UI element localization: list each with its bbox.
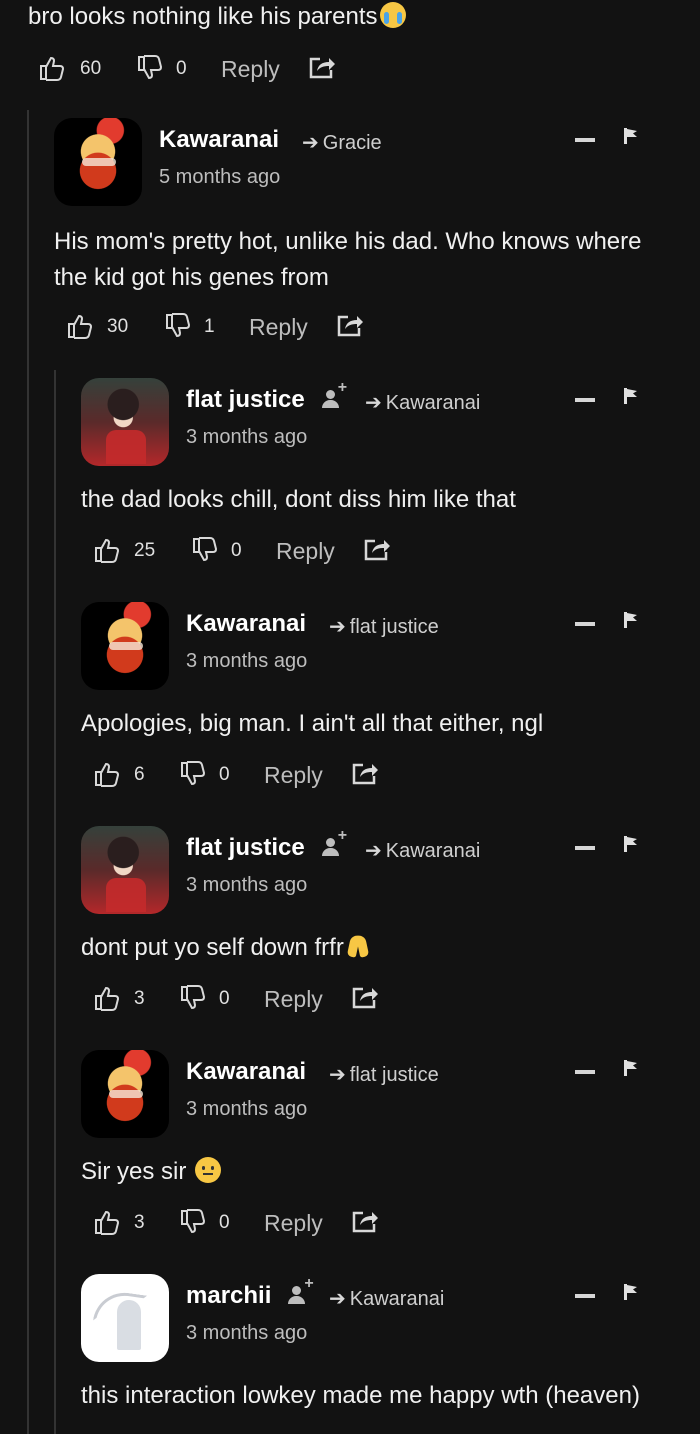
timestamp: 3 months ago <box>186 1098 308 1120</box>
arrow-right-icon: ➔ <box>329 1064 346 1086</box>
add-person-icon[interactable]: + <box>319 827 347 859</box>
replying-to[interactable]: ➔ Kawaranai <box>329 1286 444 1311</box>
thumbs-up-icon[interactable] <box>66 312 94 340</box>
replying-to[interactable]: ➔ flat justice <box>329 614 439 639</box>
minus-icon[interactable] <box>575 622 595 626</box>
dislike-count: 1 <box>204 316 215 337</box>
share-icon[interactable] <box>336 312 364 338</box>
like-count: 3 <box>134 1212 145 1233</box>
comment: Kawaranai ➔ flat justice 3 months ago Sir… <box>81 1050 700 1250</box>
comment: marchii + ➔ Kawaranai 3 months ago this in… <box>81 1274 700 1434</box>
thumbs-up-icon[interactable] <box>93 1208 121 1236</box>
thumbs-down-icon[interactable] <box>136 54 164 82</box>
like-count: 3 <box>134 988 145 1009</box>
add-person-icon[interactable]: + <box>285 1275 314 1307</box>
arrow-right-icon: ➔ <box>365 840 382 862</box>
share-icon[interactable] <box>308 54 336 80</box>
flag-icon[interactable] <box>624 612 638 628</box>
like-count: 30 <box>107 316 129 337</box>
comment-text: Sir yes sir <box>81 1154 691 1190</box>
comment-text: this interaction lowkey made me happy wt… <box>81 1382 640 1409</box>
top-comment-text: bro looks nothing like his parents <box>28 2 406 31</box>
reply-button[interactable]: Reply <box>221 56 280 83</box>
replying-to[interactable]: ➔ Kawaranai <box>365 838 480 863</box>
replying-to[interactable]: ➔ Gracie <box>302 130 382 155</box>
minus-icon[interactable] <box>575 846 595 850</box>
avatar[interactable] <box>81 378 169 466</box>
thumbs-up-icon[interactable] <box>93 760 121 788</box>
folded-hands-emoji-icon <box>346 933 370 959</box>
arrow-right-icon: ➔ <box>329 1288 346 1310</box>
flag-icon[interactable] <box>624 836 638 852</box>
arrow-right-icon: ➔ <box>365 392 382 414</box>
timestamp: 3 months ago <box>186 650 308 672</box>
thread-line <box>27 110 29 1434</box>
avatar[interactable] <box>81 826 169 914</box>
avatar[interactable] <box>81 1050 169 1138</box>
comment-text: His mom's pretty hot, unlike his dad. Wh… <box>54 228 642 291</box>
replying-to[interactable]: ➔ flat justice <box>329 1062 439 1087</box>
saluting-face-emoji-icon <box>195 1157 222 1183</box>
flag-icon[interactable] <box>624 388 638 404</box>
comment-text: Apologies, big man. I ain't all that eit… <box>81 710 544 737</box>
loudly-crying-emoji-icon <box>379 2 406 28</box>
comment-text: the dad looks chill, dont diss him like … <box>81 486 516 513</box>
thumbs-up-icon[interactable] <box>93 984 121 1012</box>
username[interactable]: flat justice + <box>186 827 347 862</box>
share-icon[interactable] <box>351 760 379 786</box>
comment: flat justice + ➔ Kawaranai 3 months ago th… <box>81 378 700 578</box>
thumbs-down-icon[interactable] <box>179 1208 207 1236</box>
thumbs-down-icon[interactable] <box>179 984 207 1012</box>
dislike-count: 0 <box>176 58 187 79</box>
reply-button[interactable]: Reply <box>276 538 335 565</box>
minus-icon[interactable] <box>575 398 595 402</box>
comment-text: dont put yo self down frfr <box>81 930 691 966</box>
username[interactable]: Kawaranai <box>186 610 306 638</box>
reply-button[interactable]: Reply <box>264 762 323 789</box>
comment: Kawaranai ➔ Gracie 5 months ago His mom's… <box>54 118 700 348</box>
thumbs-up-icon[interactable] <box>93 536 121 564</box>
comment: flat justice + ➔ Kawaranai 3 months ago do… <box>81 826 700 1026</box>
thumbs-down-icon[interactable] <box>164 312 192 340</box>
timestamp: 3 months ago <box>186 874 308 896</box>
minus-icon[interactable] <box>575 1294 595 1298</box>
thumbs-down-icon[interactable] <box>191 536 219 564</box>
like-count: 6 <box>134 764 145 785</box>
timestamp: 3 months ago <box>186 426 308 448</box>
avatar[interactable] <box>54 118 142 206</box>
flag-icon[interactable] <box>624 1284 638 1300</box>
arrow-right-icon: ➔ <box>329 616 346 638</box>
minus-icon[interactable] <box>575 138 595 142</box>
thumbs-up-icon[interactable] <box>38 54 66 82</box>
timestamp: 3 months ago <box>186 1322 308 1344</box>
share-icon[interactable] <box>351 1208 379 1234</box>
reply-button[interactable]: Reply <box>264 986 323 1013</box>
share-icon[interactable] <box>351 984 379 1010</box>
username[interactable]: flat justice + <box>186 379 347 414</box>
minus-icon[interactable] <box>575 1070 595 1074</box>
username[interactable]: marchii + <box>186 1275 314 1310</box>
username[interactable]: Kawaranai <box>186 1058 306 1086</box>
like-count: 25 <box>134 540 156 561</box>
thumbs-down-icon[interactable] <box>179 760 207 788</box>
reply-button[interactable]: Reply <box>264 1210 323 1237</box>
reply-button[interactable]: Reply <box>249 314 308 341</box>
arrow-right-icon: ➔ <box>302 132 319 154</box>
flag-icon[interactable] <box>624 128 638 144</box>
share-icon[interactable] <box>363 536 391 562</box>
replying-to[interactable]: ➔ Kawaranai <box>365 390 480 415</box>
flag-icon[interactable] <box>624 1060 638 1076</box>
dislike-count: 0 <box>219 764 230 785</box>
add-person-icon[interactable]: + <box>319 379 347 411</box>
like-count: 60 <box>80 58 102 79</box>
avatar[interactable] <box>81 602 169 690</box>
dislike-count: 0 <box>231 540 242 561</box>
dislike-count: 0 <box>219 988 230 1009</box>
dislike-count: 0 <box>219 1212 230 1233</box>
username[interactable]: Kawaranai <box>159 126 279 154</box>
timestamp: 5 months ago <box>159 166 281 188</box>
thread-line <box>54 370 56 1434</box>
comment: Kawaranai ➔ flat justice 3 months ago Apo… <box>81 602 700 802</box>
avatar[interactable] <box>81 1274 169 1362</box>
